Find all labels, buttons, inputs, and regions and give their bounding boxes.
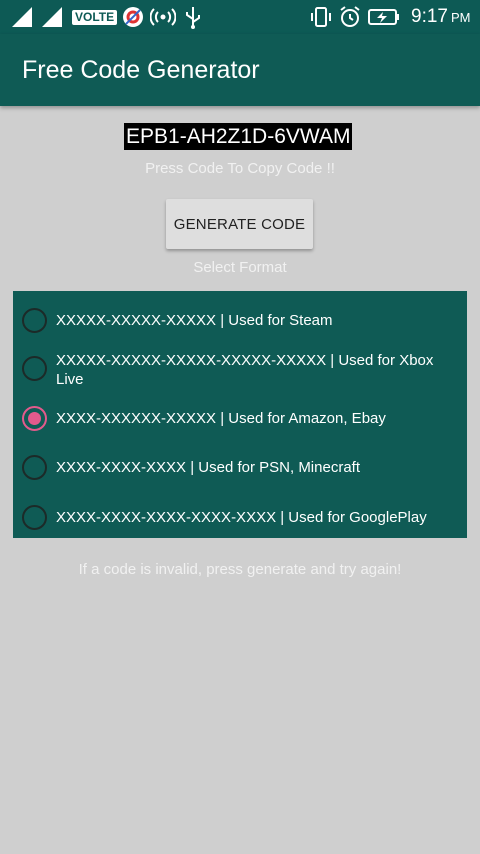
status-clock: 9:17 PM: [411, 6, 471, 27]
radio-button[interactable]: [22, 504, 47, 530]
format-radio-group: XXXXX-XXXXX-XXXXX | Used for Steam XXXXX…: [13, 291, 467, 538]
battery-charging-icon: [368, 0, 400, 34]
signal-icon: [12, 0, 34, 34]
app-notification-icon: [121, 0, 145, 34]
format-option-label: XXXX-XXXX-XXXX | Used for PSN, Minecraft: [56, 459, 360, 476]
generated-code[interactable]: EPB1-AH2Z1D-6VWAM: [124, 123, 353, 150]
radio-button-selected[interactable]: [22, 405, 47, 431]
radio-button[interactable]: [22, 356, 47, 381]
alarm-icon: [338, 0, 362, 34]
format-option-label: XXXX-XXXXXX-XXXXX | Used for Amazon, Eba…: [56, 410, 386, 427]
invalid-code-hint: If a code is invalid, press generate and…: [78, 561, 402, 578]
volte-badge: VOLTE: [72, 0, 118, 34]
signal-icon: [42, 0, 64, 34]
radio-button[interactable]: [22, 307, 47, 333]
copy-hint-text: Press Code To Copy Code !!: [145, 160, 335, 177]
app-title: Free Code Generator: [22, 56, 260, 84]
format-option-xbox[interactable]: XXXXX-XXXXX-XXXXX-XXXXX-XXXXX | Used for…: [13, 351, 467, 391]
generate-code-button[interactable]: GENERATE CODE: [166, 199, 313, 249]
usb-icon: [184, 0, 202, 34]
format-option-label: XXXXX-XXXXX-XXXXX | Used for Steam: [56, 312, 333, 329]
format-option-label: XXXX-XXXX-XXXX-XXXX-XXXX | Used for Goog…: [56, 509, 427, 526]
format-option-psn[interactable]: XXXX-XXXX-XXXX | Used for PSN, Minecraft: [13, 454, 467, 480]
vibrate-icon: [310, 0, 332, 34]
format-option-steam[interactable]: XXXXX-XXXXX-XXXXX | Used for Steam: [13, 307, 467, 333]
hotspot-icon: [150, 0, 176, 34]
format-option-amazon[interactable]: XXXX-XXXXXX-XXXXX | Used for Amazon, Eba…: [13, 405, 467, 431]
radio-button[interactable]: [22, 454, 47, 480]
select-format-label: Select Format: [193, 259, 287, 276]
format-option-googleplay[interactable]: XXXX-XXXX-XXXX-XXXX-XXXX | Used for Goog…: [13, 504, 467, 530]
app-bar: Free Code Generator: [0, 34, 480, 106]
status-bar: VOLTE 9:17 PM: [0, 0, 480, 34]
format-option-label: XXXXX-XXXXX-XXXXX-XXXXX-XXXXX | Used for…: [56, 352, 434, 388]
